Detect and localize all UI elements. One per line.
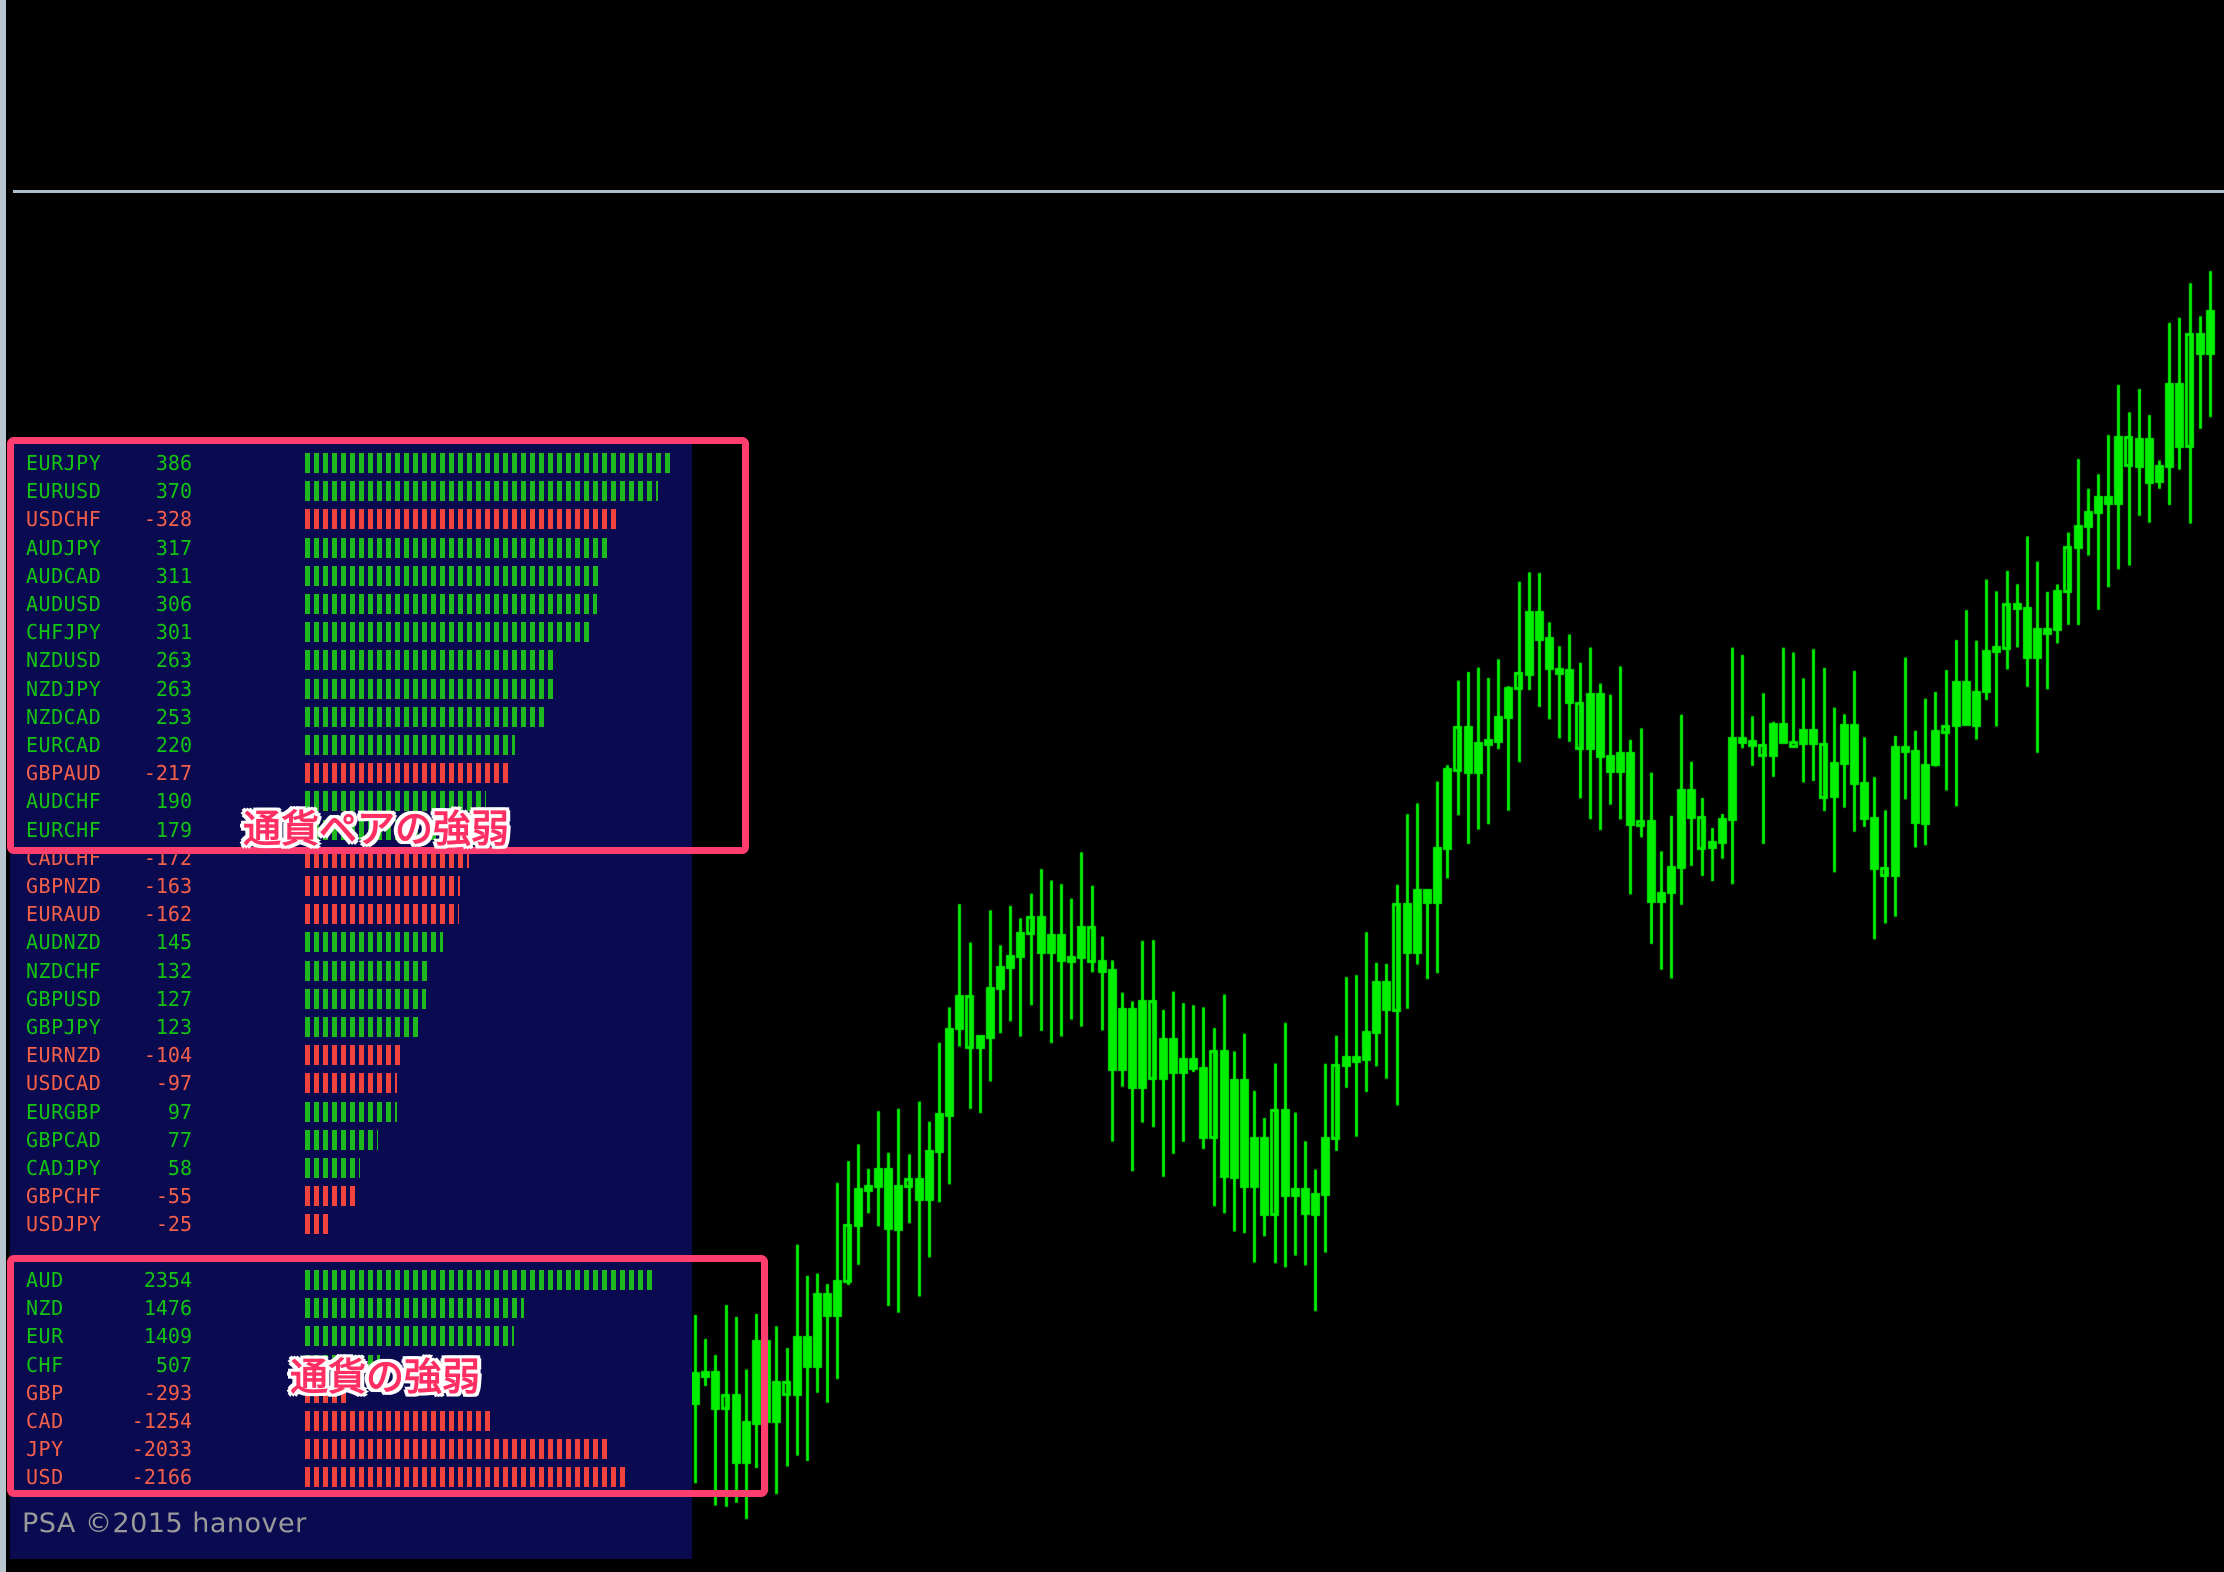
strength-bar [305,1186,357,1207]
strength-row-value: 145 [155,930,192,955]
strength-row-value: 123 [155,1015,192,1039]
strength-bar [305,932,443,953]
strength-bar [305,988,426,1009]
strength-row-symbol: USDCAD [26,1071,102,1096]
chart-horizontal-separator [13,190,2224,193]
strength-row-symbol: EURGBP [26,1099,102,1124]
strength-row-value: 58 [167,1156,192,1180]
strength-bar [305,960,431,981]
strength-row-value: 127 [155,986,192,1011]
strength-row-symbol: NZDCHF [26,958,102,983]
strength-bar [305,1214,329,1235]
annotation-box-pair-strength [7,437,749,854]
indicator-watermark: PSA ©2015 hanover [22,1508,307,1539]
strength-row-value: -25 [155,1212,192,1237]
strength-row-symbol: GBPJPY [26,1015,102,1039]
strength-row-symbol: USDJPY [26,1212,102,1237]
strength-row-value: 97 [167,1099,192,1124]
strength-row-symbol: CADJPY [26,1156,102,1180]
strength-row-symbol: AUDNZD [26,930,102,955]
mt4-chart-window: EURJPY 386 EURUSD 370 USDCHF -328 AUDJPY 317 AUD… [0,0,2224,1572]
strength-bar [305,1158,360,1178]
strength-bar [305,1073,397,1094]
strength-bar [305,876,460,896]
strength-row-value: -104 [143,1043,192,1068]
strength-row-value: -97 [155,1071,192,1096]
strength-row-value: 77 [167,1127,192,1152]
strength-bar [305,1017,422,1037]
strength-row-symbol: GBPNZD [26,874,102,898]
strength-row-value: -163 [143,874,192,898]
annotation-label-currency-strength: 通貨の強弱 [290,1355,481,1399]
strength-bar [305,904,459,925]
annotation-label-pair-strength: 通貨ペアの強弱 [243,807,510,851]
strength-row-value: -55 [155,1184,192,1209]
strength-bar [305,1045,404,1066]
strength-row-symbol: GBPCAD [26,1127,102,1152]
strength-bar [305,1129,378,1150]
strength-row-value: 132 [155,958,192,983]
strength-row-symbol: GBPUSD [26,986,102,1011]
strength-row-value: -162 [143,902,192,927]
strength-row-symbol: EURAUD [26,902,102,927]
strength-row-symbol: EURNZD [26,1043,102,1068]
strength-bar [305,1101,397,1122]
strength-row-symbol: GBPCHF [26,1184,102,1209]
